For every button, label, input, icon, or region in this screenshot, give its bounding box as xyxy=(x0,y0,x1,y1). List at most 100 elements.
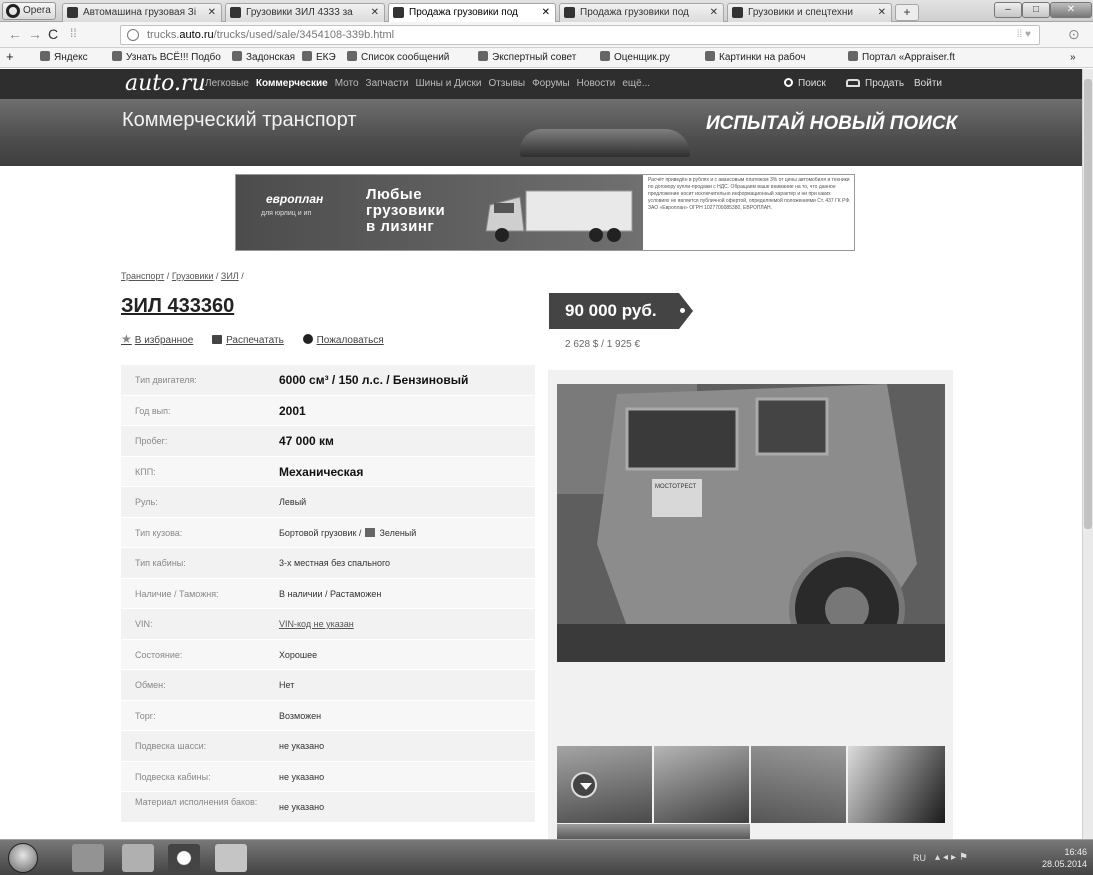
spec-label: Тип кузова: xyxy=(135,527,183,538)
spec-label: Состояние: xyxy=(135,649,183,660)
tab-1[interactable]: Автомашина грузовая Зі ✕ xyxy=(62,3,222,22)
main-photo[interactable]: МОСТОТРЕСТ xyxy=(557,384,945,662)
bookmark-item[interactable]: Портал «Appraiser.ft xyxy=(848,48,955,67)
opera-menu-button[interactable]: Opera xyxy=(2,2,56,20)
banner-car-image xyxy=(520,129,690,157)
reload-icon[interactable]: C xyxy=(48,26,58,42)
spec-row: Подвеска кабины: не указано xyxy=(121,761,535,792)
vin-link[interactable]: VIN-код не указан xyxy=(279,609,354,639)
spec-value: Механическая xyxy=(279,464,364,479)
language-indicator[interactable]: RU xyxy=(913,853,926,863)
bookmark-item[interactable]: Узнать ВСЁ!!! Подбо xyxy=(112,48,221,67)
nav-item-current[interactable]: Коммерческие xyxy=(256,78,328,89)
thumbnail-photo[interactable] xyxy=(557,824,750,839)
folder-icon[interactable] xyxy=(122,844,154,872)
spec-label: КПП: xyxy=(135,466,156,477)
bookmark-item[interactable]: Задонская xyxy=(232,48,295,67)
bookmark-item[interactable]: Яндекс xyxy=(40,48,88,67)
thumbnail-photo[interactable] xyxy=(848,746,945,823)
print-icon xyxy=(212,335,223,344)
bookmark-item[interactable]: Оценщик.ру xyxy=(600,48,670,67)
bookmark-item[interactable]: Картинки на рабоч xyxy=(705,48,805,67)
speed-dial-icon[interactable]: ⁞⁞ xyxy=(70,26,77,40)
photo-caption: МОСТОТРЕСТ xyxy=(655,484,697,490)
thumbnail-photo[interactable] xyxy=(654,746,749,823)
spec-label: Год вып: xyxy=(135,405,171,416)
price-value: 90 000 руб. xyxy=(565,301,657,320)
tray-icons[interactable]: ▴◂▸⚑ xyxy=(935,852,971,863)
spec-value: не указано xyxy=(279,771,325,782)
page-favicon-icon xyxy=(564,7,575,18)
explorer-icon[interactable] xyxy=(72,844,104,872)
new-search-promo[interactable]: ИСПЫТАЙ НОВЫЙ ПОИСК xyxy=(706,113,957,135)
bookmark-item[interactable]: ЕКЭ xyxy=(302,48,336,67)
excel-icon[interactable] xyxy=(215,844,247,872)
close-tab-icon[interactable]: ✕ xyxy=(878,4,886,21)
more-bookmarks-icon[interactable]: » xyxy=(1070,48,1076,67)
nav-item[interactable]: Шины и Диски xyxy=(416,78,482,89)
thumbnail-photo[interactable] xyxy=(751,746,846,823)
search-link[interactable]: Поиск xyxy=(784,69,826,99)
spec-value: Бортовой грузовик / xyxy=(279,527,362,538)
nav-item[interactable]: Новости xyxy=(577,78,616,89)
ad-headline-line: Любые xyxy=(366,186,423,203)
thumbnail-video[interactable] xyxy=(557,746,652,823)
site-logo[interactable]: auto.ru xyxy=(125,72,206,96)
breadcrumb-link[interactable]: Транспорт xyxy=(121,271,164,281)
address-bar[interactable]: trucks.auto.ru/trucks/used/sale/3454108-… xyxy=(120,25,1040,45)
bookmark-item[interactable]: Экспертный совет xyxy=(478,48,576,67)
close-tab-icon[interactable]: ✕ xyxy=(542,4,550,21)
page-title[interactable]: ЗИЛ 433360 xyxy=(121,295,234,318)
login-link[interactable]: Войти xyxy=(914,69,942,99)
bookmark-icon xyxy=(600,51,610,61)
price-tag[interactable]: 90 000 руб. xyxy=(549,293,693,329)
star-icon: ★ xyxy=(121,332,132,346)
close-tab-icon[interactable]: ✕ xyxy=(208,4,216,21)
print-button[interactable]: Распечатать xyxy=(212,335,284,346)
nav-item[interactable]: Легковые xyxy=(205,78,249,89)
bookmark-item[interactable]: Список сообщений xyxy=(347,48,449,67)
spec-row: Год вып: 2001 xyxy=(121,395,535,426)
opera-taskbar-icon[interactable] xyxy=(168,844,200,872)
breadcrumb-link[interactable]: Грузовики xyxy=(172,271,214,281)
page-scrollbar[interactable] xyxy=(1082,69,1093,839)
start-button[interactable] xyxy=(8,843,38,873)
add-bookmark-icon[interactable]: + xyxy=(6,48,14,66)
back-arrow-icon[interactable]: ← xyxy=(8,26,22,42)
spec-row: Обмен: Нет xyxy=(121,670,535,701)
new-tab-button[interactable]: + xyxy=(895,4,919,21)
clock[interactable]: 16:46 28.05.2014 xyxy=(1042,846,1087,870)
sell-link[interactable]: Продать xyxy=(846,69,904,99)
downloads-icon[interactable]: ⊙ xyxy=(1068,26,1080,43)
scroll-thumb[interactable] xyxy=(1084,79,1092,529)
nav-item[interactable]: ещё... xyxy=(622,78,650,89)
close-tab-icon[interactable]: ✕ xyxy=(710,4,718,21)
close-window-button[interactable]: ✕ xyxy=(1050,2,1092,18)
leasing-ad[interactable]: европлан для юрлиц и ип Любые грузовики … xyxy=(235,174,855,251)
tab-4[interactable]: Продажа грузовики под ✕ xyxy=(559,3,724,22)
nav-item[interactable]: Отзывы xyxy=(488,78,525,89)
breadcrumb-link[interactable]: ЗИЛ xyxy=(221,271,239,281)
nav-item[interactable]: Форумы xyxy=(532,78,570,89)
favorite-button[interactable]: ★ В избранное xyxy=(121,332,193,346)
sell-label: Продать xyxy=(865,78,905,89)
maximize-button[interactable]: □ xyxy=(1022,2,1050,18)
nav-item[interactable]: Мото xyxy=(335,78,359,89)
tab-5[interactable]: Грузовики и спецтехни ✕ xyxy=(727,3,892,22)
minimize-button[interactable]: – xyxy=(994,2,1022,18)
forward-arrow-icon[interactable]: → xyxy=(28,26,42,42)
site-header: auto.ru Легковые Коммерческие Мото Запчасти… xyxy=(0,69,1082,99)
spec-row: VIN: VIN-код не указан xyxy=(121,609,535,640)
bookmark-icon xyxy=(347,51,357,61)
site-info-icon[interactable] xyxy=(127,29,139,41)
tab-2[interactable]: Грузовики ЗИЛ 4333 за ✕ xyxy=(225,3,385,22)
complain-button[interactable]: Пожаловаться xyxy=(302,334,384,346)
bookmark-label: ЕКЭ xyxy=(316,52,336,63)
bookmark-heart-icon[interactable]: ⁞⁞ ♥ xyxy=(1017,26,1031,44)
close-tab-icon[interactable]: ✕ xyxy=(371,4,379,21)
spec-value: В наличии / Растаможен xyxy=(279,588,382,599)
tab-3-active[interactable]: Продажа грузовики под ✕ xyxy=(388,3,556,22)
spec-label: Торг: xyxy=(135,710,156,721)
opera-label: Opera xyxy=(23,5,51,16)
nav-item[interactable]: Запчасти xyxy=(366,78,409,89)
